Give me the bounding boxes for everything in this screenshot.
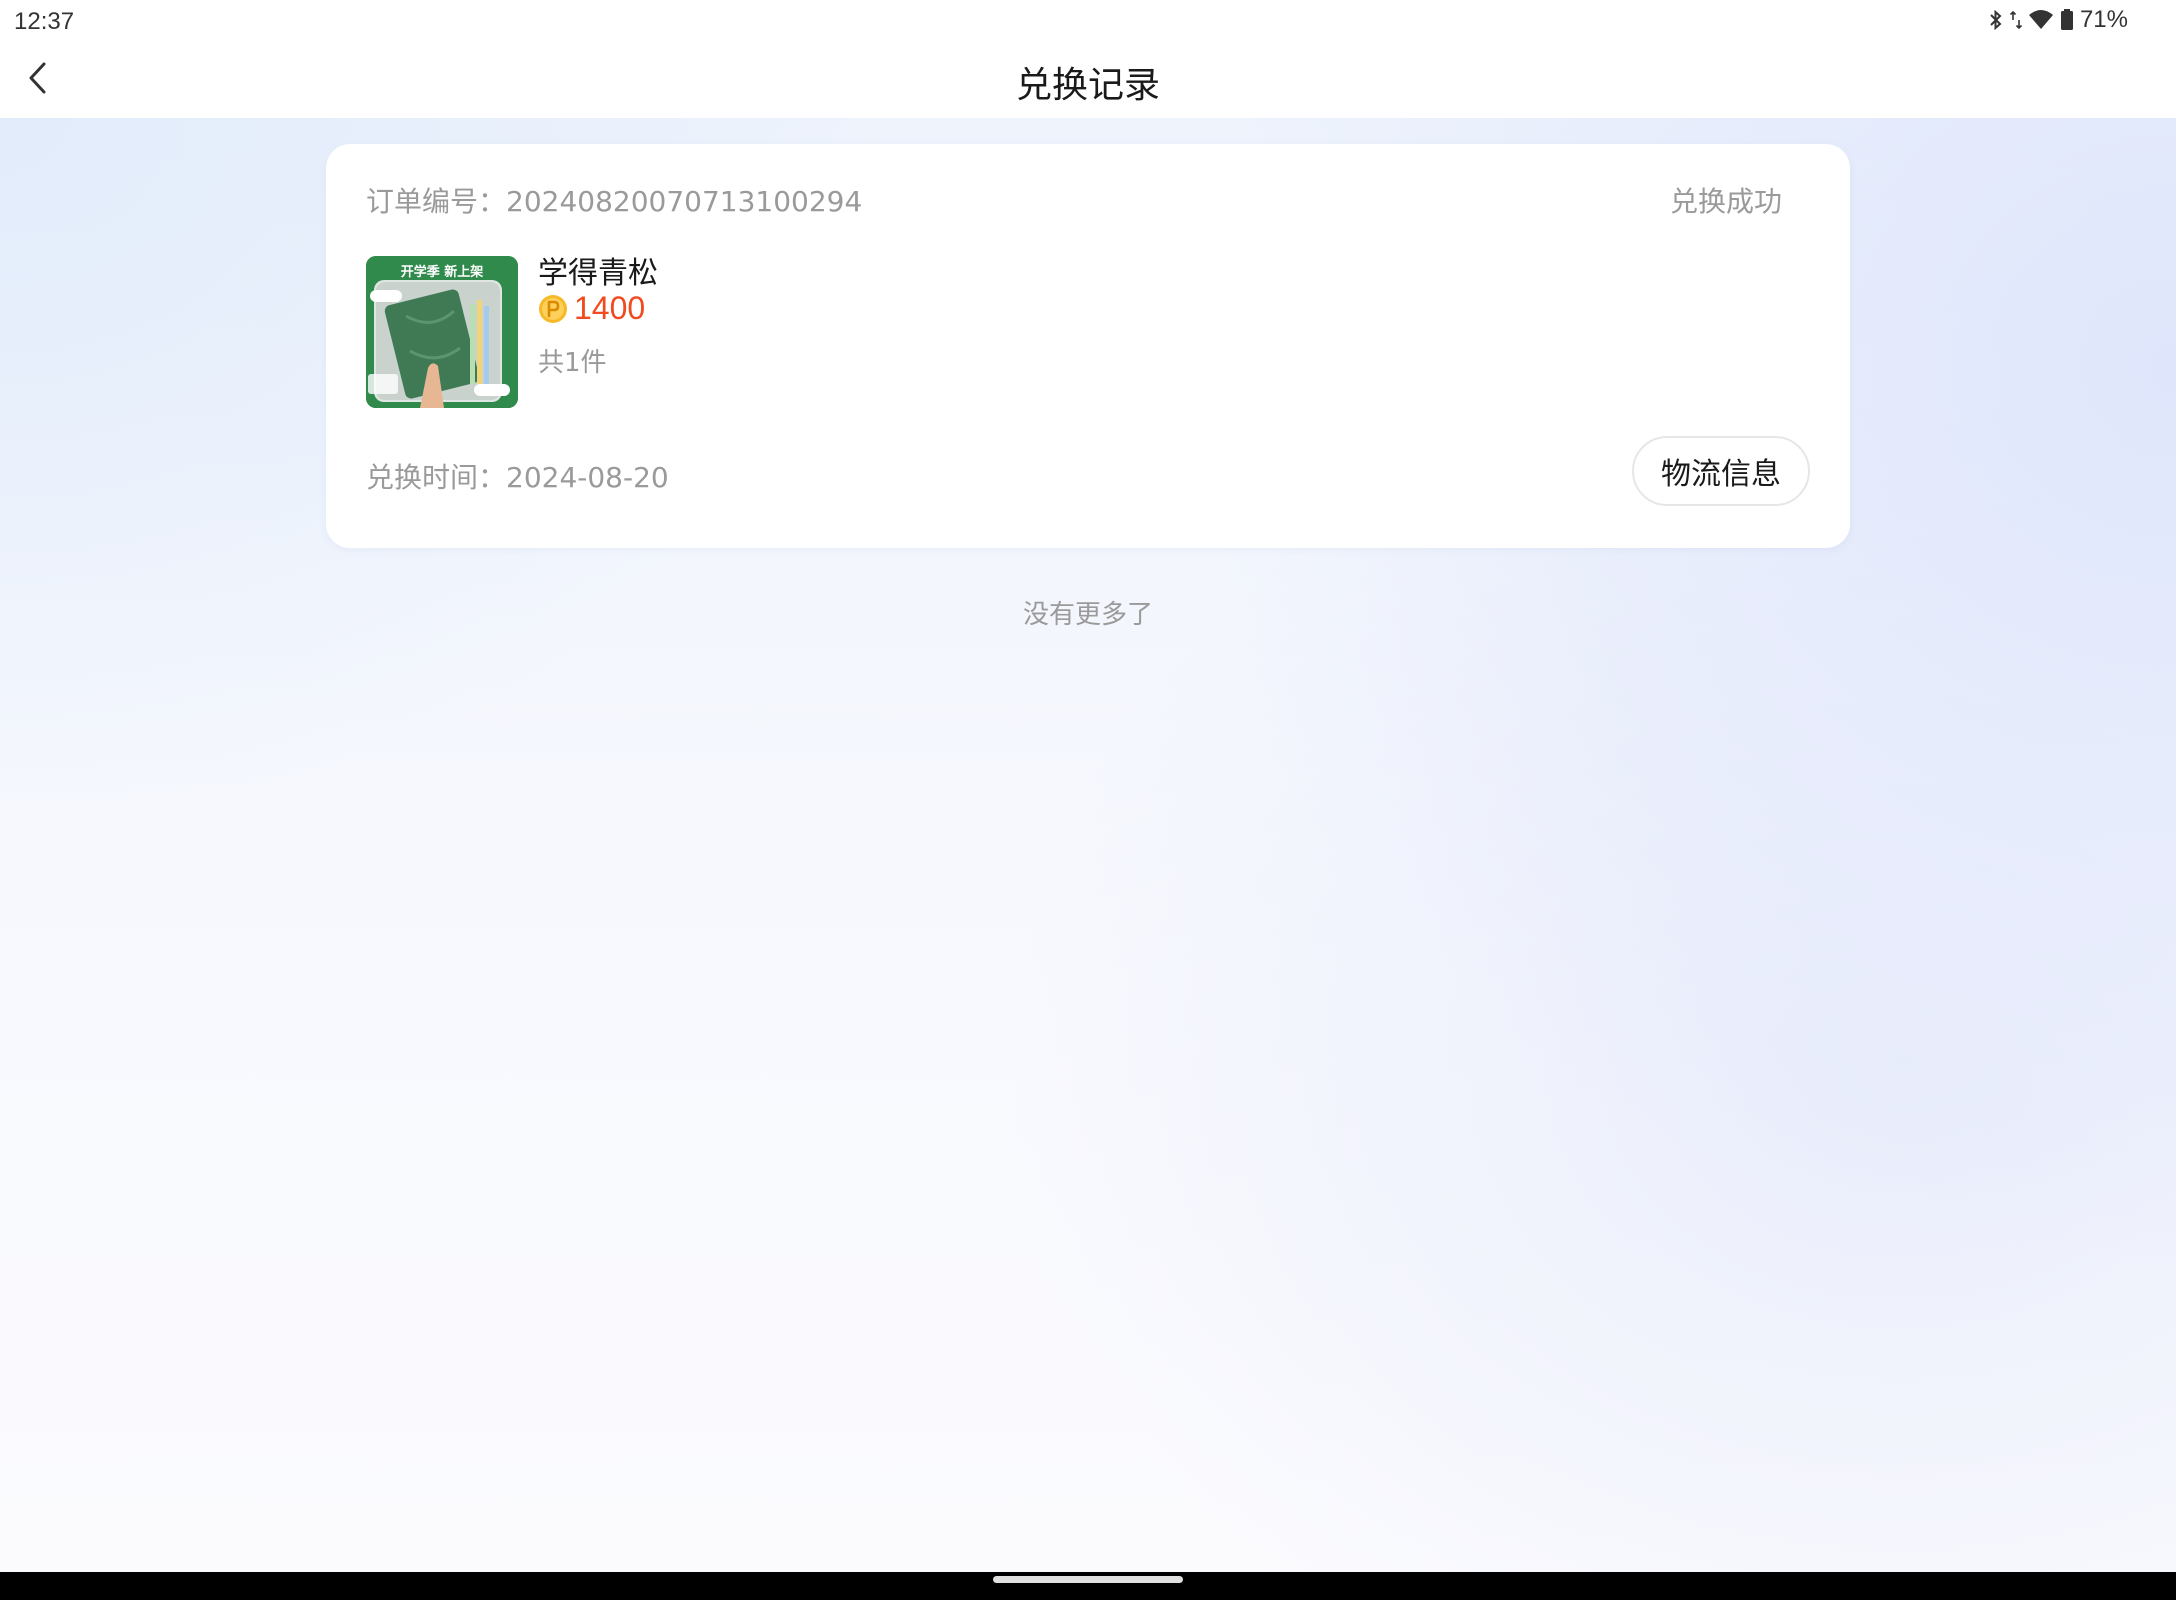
status-time: 12:37 — [14, 8, 75, 35]
order-number: 订单编号：20240820070713100294 — [366, 185, 863, 218]
product-name: 学得青松 — [538, 256, 658, 291]
system-navigation-bar — [0, 1572, 2176, 1600]
logistics-info-button[interactable]: 物流信息 — [1632, 436, 1810, 506]
exchange-time: 兑换时间：2024-08-20 — [366, 461, 669, 494]
bluetooth-icon — [1988, 8, 2004, 32]
status-bar: 12:37 71% — [0, 0, 2176, 44]
gesture-handle[interactable] — [993, 1576, 1183, 1583]
order-status: 兑换成功 — [1669, 185, 1782, 218]
thumb-banner-text: 开学季 新上架 — [401, 264, 484, 280]
price-value: 1400 — [574, 290, 646, 326]
coin-p-icon — [538, 294, 568, 324]
order-card[interactable]: 订单编号：20240820070713100294 兑换成功 开学季 新上架 学… — [326, 144, 1850, 548]
status-icons: 71% — [1988, 6, 2128, 34]
product-quantity: 共1件 — [538, 348, 607, 378]
wifi-icon — [2028, 8, 2054, 32]
product-thumbnail[interactable]: 开学季 新上架 — [366, 256, 518, 408]
battery-icon — [2060, 8, 2074, 32]
page-title: 兑换记录 — [1015, 65, 1160, 106]
product-price: 1400 — [538, 290, 645, 327]
battery-percent: 71% — [2079, 6, 2128, 33]
data-arrows-icon — [2009, 8, 2022, 32]
nav-bar: 兑换记录 — [0, 44, 2176, 118]
list-end-text: 没有更多了 — [1022, 600, 1153, 630]
